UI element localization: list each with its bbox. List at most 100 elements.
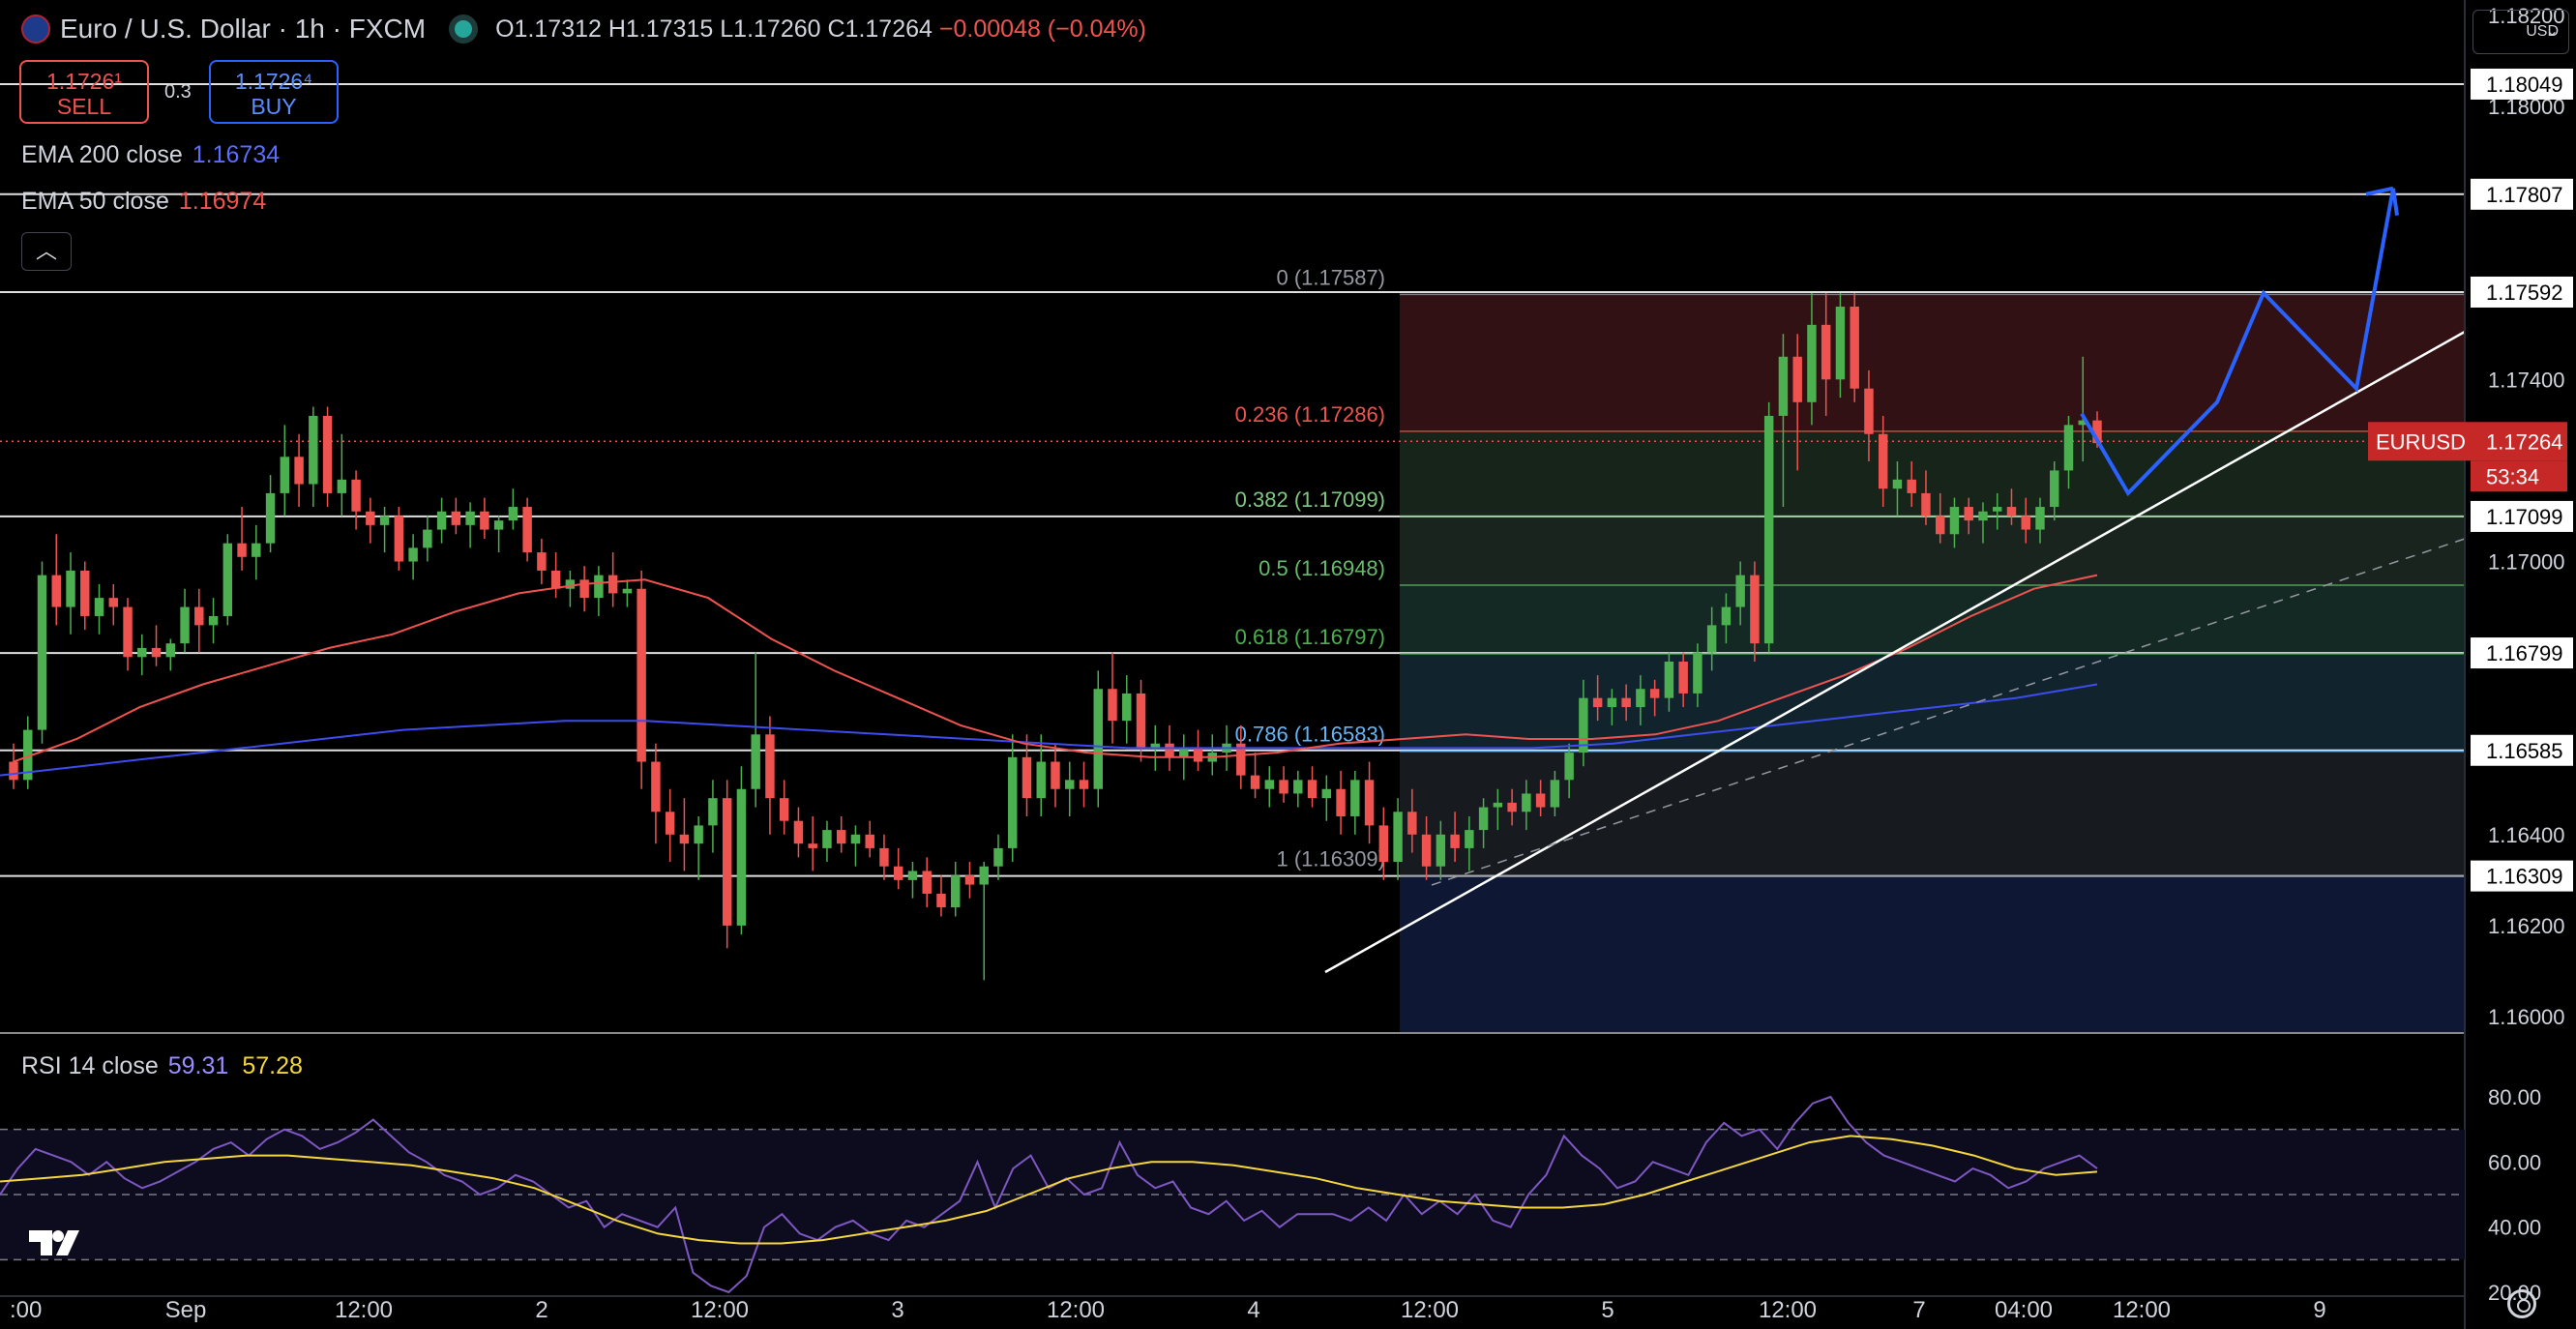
candle bbox=[66, 552, 75, 635]
candle bbox=[322, 406, 333, 508]
candle bbox=[879, 834, 889, 880]
ohlc-close: C1.17264 bbox=[827, 15, 933, 43]
candle-body bbox=[1935, 516, 1945, 535]
sell-price: 1.1726¹ bbox=[45, 69, 122, 94]
candle-body bbox=[964, 875, 975, 885]
candle-body bbox=[37, 575, 47, 730]
candle-body bbox=[436, 511, 447, 530]
candle-body bbox=[1493, 802, 1503, 808]
ema200-label: EMA 200 close bbox=[21, 141, 183, 168]
currency-selector[interactable]: USD ⌄ bbox=[2472, 10, 2569, 54]
price-chart[interactable]: 0 (1.17587) 0.236 (1.17286) 0.382 (1.17099… bbox=[0, 0, 2576, 1329]
candle-body bbox=[1550, 780, 1560, 808]
candle-body bbox=[1721, 606, 1732, 626]
candle-body bbox=[1878, 433, 1888, 489]
candle-body bbox=[1051, 761, 1060, 789]
candle-body bbox=[1022, 756, 1032, 799]
fib-zone bbox=[1400, 430, 2465, 517]
candle bbox=[94, 584, 104, 635]
candle-body bbox=[1978, 511, 1988, 521]
time-axis-tick: 12:00 bbox=[1401, 1297, 1459, 1323]
candle-body bbox=[1750, 575, 1760, 644]
countdown-label: 53:34 bbox=[2486, 464, 2539, 488]
ohlc-change: −0.00048 (−0.04%) bbox=[938, 15, 1146, 43]
candle-body bbox=[51, 575, 61, 607]
ema200-legend[interactable]: EMA 200 close 1.16734 bbox=[21, 141, 280, 169]
candle bbox=[480, 497, 489, 539]
candle bbox=[865, 820, 874, 858]
candle-body bbox=[137, 647, 147, 658]
sell-button[interactable]: 1.1726¹ SELL bbox=[19, 60, 149, 124]
candle-body bbox=[1507, 802, 1517, 812]
candle-body bbox=[252, 543, 261, 557]
candle-body bbox=[836, 830, 846, 844]
time-axis-tick: 5 bbox=[1601, 1297, 1614, 1323]
candle-body bbox=[1564, 753, 1574, 781]
buy-button[interactable]: 1.1726⁴ BUY bbox=[209, 60, 339, 124]
buy-price: 1.1726⁴ bbox=[234, 69, 313, 94]
candle bbox=[408, 534, 418, 580]
candle-body bbox=[493, 520, 504, 530]
candle-body bbox=[1336, 788, 1346, 816]
candle-body bbox=[993, 847, 1003, 867]
fib-level-label: 0.382 (1.17099) bbox=[1235, 487, 1385, 512]
price-axis-tick: 1.16200 bbox=[2488, 914, 2565, 938]
time-axis-tick: :00 bbox=[10, 1297, 42, 1323]
candle-body bbox=[751, 734, 760, 789]
rsi-legend[interactable]: RSI 14 close 59.31 57.28 bbox=[21, 1052, 303, 1080]
candle-body bbox=[850, 834, 861, 844]
candle bbox=[151, 625, 162, 666]
candle-body bbox=[1364, 780, 1375, 826]
fib-level-label: 0.618 (1.16797) bbox=[1235, 625, 1385, 649]
candle-body bbox=[594, 575, 604, 599]
time-axis-tick: 04:00 bbox=[1995, 1297, 2053, 1323]
candle-body bbox=[394, 516, 404, 562]
candle bbox=[1293, 770, 1303, 808]
level-axis-label: 1.17592 bbox=[2486, 281, 2563, 305]
candle bbox=[123, 598, 133, 671]
fib-level-label: 0.5 (1.16948) bbox=[1258, 556, 1385, 580]
candle bbox=[893, 847, 903, 890]
candle-body bbox=[366, 511, 375, 525]
candle-body bbox=[379, 516, 390, 525]
settings-gear-icon[interactable] bbox=[2507, 1289, 2536, 1318]
candle-body bbox=[550, 570, 561, 589]
candle-body bbox=[408, 547, 418, 562]
candle bbox=[522, 497, 532, 562]
level-axis-label: 1.16309 bbox=[2486, 865, 2563, 889]
current-price-symbol: EURUSD bbox=[2376, 429, 2466, 454]
fib-zone bbox=[1400, 584, 2465, 655]
market-open-status-icon bbox=[455, 20, 473, 38]
collapse-legend-button[interactable]: ︿ bbox=[21, 232, 72, 271]
candle-body bbox=[1350, 780, 1360, 816]
level-axis-label: 1.16799 bbox=[2486, 641, 2563, 665]
candle bbox=[607, 552, 618, 607]
symbol-title[interactable]: Euro / U.S. Dollar · 1h · FXCM bbox=[60, 14, 426, 44]
candle bbox=[1350, 770, 1360, 835]
ema50-legend[interactable]: EMA 50 close 1.16974 bbox=[21, 188, 266, 216]
candle-body bbox=[1108, 689, 1117, 722]
candle-body bbox=[1792, 356, 1802, 402]
candle-body bbox=[508, 507, 518, 521]
candle bbox=[1022, 734, 1032, 816]
candle-body bbox=[1835, 307, 1846, 380]
candle bbox=[423, 516, 432, 562]
candle bbox=[137, 634, 147, 676]
candle-body bbox=[879, 847, 889, 867]
candle-body bbox=[1122, 693, 1132, 722]
candle-body bbox=[1621, 697, 1631, 708]
ohlc-open: O1.17312 bbox=[495, 15, 602, 43]
candle-body bbox=[1193, 748, 1203, 762]
price-axis-tick: 1.16000 bbox=[2488, 1005, 2565, 1029]
candle-body bbox=[1693, 652, 1703, 694]
candle bbox=[579, 566, 589, 612]
candle bbox=[822, 820, 832, 863]
candle bbox=[850, 825, 861, 867]
candle-body bbox=[1465, 830, 1474, 848]
ema50-value: 1.16974 bbox=[178, 188, 267, 215]
candle-body bbox=[1993, 507, 2002, 512]
candle-body bbox=[1393, 812, 1403, 863]
candle-body bbox=[1436, 834, 1446, 867]
candle-body bbox=[1907, 479, 1916, 493]
candle bbox=[80, 561, 90, 631]
